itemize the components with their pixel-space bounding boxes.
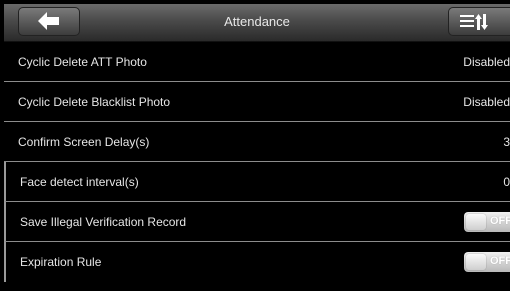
page-title: Attendance xyxy=(224,14,290,29)
toggle-state: OFF xyxy=(490,255,510,267)
setting-row-cyclic-delete-blacklist-photo[interactable]: Cyclic Delete Blacklist Photo Disabled xyxy=(4,82,510,122)
setting-value: Disabled xyxy=(463,55,510,69)
setting-row-cyclic-delete-att-photo[interactable]: Cyclic Delete ATT Photo Disabled xyxy=(4,42,510,82)
setting-value: 0 xyxy=(503,175,510,189)
setting-label: Confirm Screen Delay(s) xyxy=(18,135,150,149)
setting-row-expiration-rule: Expiration Rule OFF xyxy=(4,242,510,282)
sort-menu-icon xyxy=(460,14,488,30)
setting-label: Cyclic Delete ATT Photo xyxy=(18,55,147,69)
save-illegal-record-toggle[interactable]: OFF xyxy=(464,212,510,232)
setting-value: 3 xyxy=(503,135,510,149)
attendance-screen: Attendance Cyclic Delete ATT Photo Disab… xyxy=(0,0,510,291)
sort-menu-button[interactable] xyxy=(448,7,510,36)
setting-label: Save Illegal Verification Record xyxy=(20,215,187,229)
toggle-state: OFF xyxy=(490,215,510,227)
setting-value: Disabled xyxy=(463,95,510,109)
title-bar: Attendance xyxy=(4,4,510,42)
toggle-knob xyxy=(466,214,486,230)
setting-label: Expiration Rule xyxy=(20,255,102,269)
settings-list: Cyclic Delete ATT Photo Disabled Cyclic … xyxy=(4,42,510,282)
setting-label: Face detect interval(s) xyxy=(20,175,139,189)
setting-row-face-detect-interval[interactable]: Face detect interval(s) 0 xyxy=(4,162,510,202)
toggle-knob xyxy=(466,254,486,270)
setting-label: Cyclic Delete Blacklist Photo xyxy=(18,95,171,109)
setting-row-confirm-screen-delay[interactable]: Confirm Screen Delay(s) 3 xyxy=(4,122,510,162)
setting-row-save-illegal-verification-record: Save Illegal Verification Record OFF xyxy=(4,202,510,242)
expiration-rule-toggle[interactable]: OFF xyxy=(464,252,510,272)
